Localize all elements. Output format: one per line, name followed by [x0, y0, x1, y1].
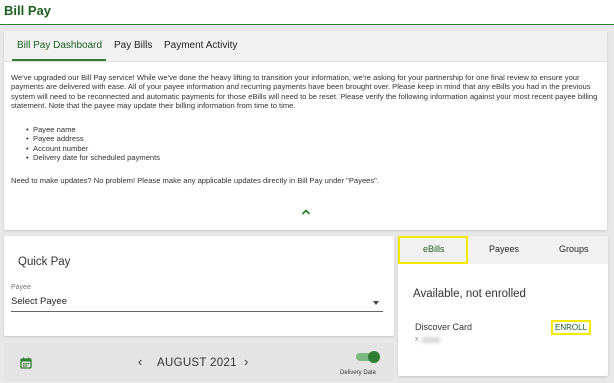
dropdown-arrow-icon [373, 301, 379, 305]
page-title: Bill Pay [4, 3, 51, 18]
tab-pay-bills[interactable]: Pay Bills [114, 40, 152, 51]
quick-pay-title: Quick Pay [18, 256, 71, 268]
tab-ebills[interactable]: eBills [398, 236, 468, 264]
ebills-card: eBills Payees Groups Available, not enro… [398, 236, 608, 376]
calendar-icon[interactable] [20, 357, 32, 369]
tab-bill-pay-dashboard[interactable]: Bill Pay Dashboard [17, 40, 102, 51]
list-item: Delivery date for scheduled payments [26, 153, 160, 163]
tab-payees[interactable]: Payees [489, 244, 519, 254]
toggle-knob [368, 351, 380, 363]
available-section-title: Available, not enrolled [413, 288, 526, 300]
ebill-account-number: x [415, 336, 419, 343]
payee-select-value: Select Payee [11, 296, 67, 307]
chevron-right-icon[interactable]: › [244, 354, 248, 369]
update-instructions: Need to make updates? No problem! Please… [11, 176, 379, 185]
redacted-account-number [422, 337, 440, 343]
list-item: Account number [26, 144, 160, 154]
enroll-button[interactable]: ENROLL [551, 320, 592, 335]
payee-label: Payee [11, 284, 31, 291]
chevron-up-icon[interactable] [301, 208, 311, 216]
app-header: Bill Pay [0, 0, 614, 25]
list-item: Payee address [26, 134, 160, 144]
delivery-date-toggle[interactable] [356, 351, 380, 363]
toggle-label: Delivery Date [340, 370, 377, 376]
month-label: AUGUST 2021 [157, 357, 237, 369]
verification-list: Payee name Payee address Account number … [26, 125, 160, 163]
active-tab-indicator [12, 59, 106, 61]
list-item: Payee name [26, 125, 160, 135]
quick-pay-card: Quick Pay Payee Select Payee [4, 236, 394, 336]
ebill-account-name: Discover Card [415, 322, 473, 332]
calendar-bar: ‹ AUGUST 2021 › Delivery Date [4, 343, 394, 381]
tab-ebills-label: eBills [423, 244, 445, 254]
payee-select[interactable]: Select Payee [11, 294, 383, 312]
tab-groups[interactable]: Groups [559, 244, 589, 254]
tab-payment-activity[interactable]: Payment Activity [164, 40, 237, 51]
ebills-tab-bar: eBills Payees Groups [398, 236, 608, 264]
chevron-left-icon[interactable]: ‹ [138, 354, 142, 369]
tab-bar: Bill Pay Dashboard Pay Bills Payment Act… [4, 31, 607, 62]
dashboard-card: Bill Pay Dashboard Pay Bills Payment Act… [4, 31, 607, 230]
upgrade-notice: We've upgraded our Bill Pay service! Whi… [11, 73, 598, 111]
